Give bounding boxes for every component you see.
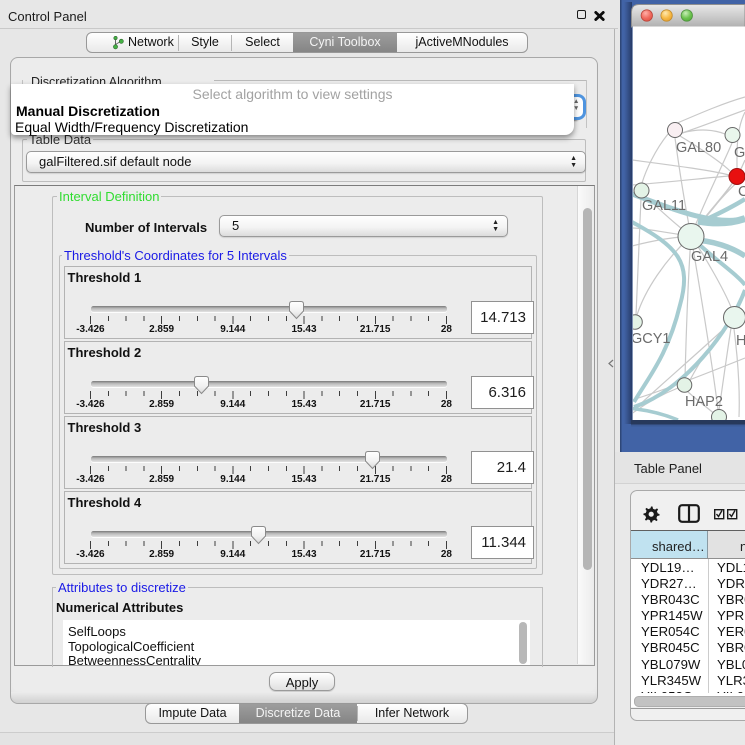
- svg-text:GAL80: GAL80: [676, 140, 721, 156]
- svg-text:CA: CA: [738, 184, 745, 200]
- svg-text:HAP2: HAP2: [685, 394, 723, 410]
- svg-text:H: H: [736, 333, 745, 349]
- svg-text:GA: GA: [734, 145, 745, 161]
- svg-text:GAL11: GAL11: [642, 198, 686, 214]
- svg-text:GCY1: GCY1: [631, 331, 671, 347]
- svg-text:GAL4: GAL4: [691, 249, 728, 265]
